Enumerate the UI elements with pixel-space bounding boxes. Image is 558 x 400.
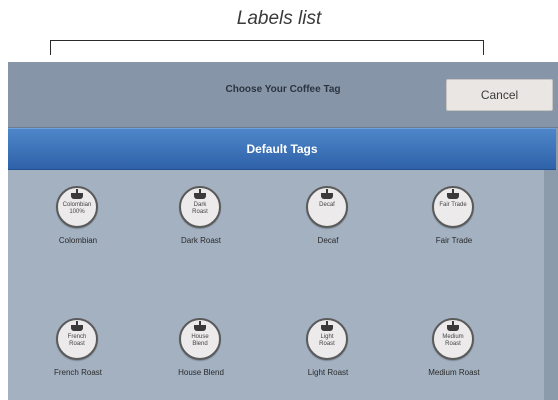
tag-tile-french-roast[interactable]: French Roast French Roast (23, 318, 133, 398)
top-bar: Choose Your Coffee Tag Cancel (8, 62, 558, 128)
medallion-text: French Roast (60, 334, 94, 348)
cup-mark (194, 325, 206, 331)
medallion-line1: French (67, 334, 87, 340)
medallion-line2: Blend (192, 341, 208, 347)
coffee-cup-icon: Colombian 100% (56, 186, 98, 228)
cup-mark (321, 193, 333, 199)
cup-mark (321, 325, 333, 331)
medallion-line1: Light (320, 334, 334, 340)
tag-label: Colombian (58, 236, 98, 245)
tags-panel: Colombian 100% Colombian Dark Roast Dark… (8, 128, 558, 400)
coffee-cup-icon: Dark Roast (179, 186, 221, 228)
medallion-text: Light Roast (310, 334, 344, 348)
tag-tile-light-roast[interactable]: Light Roast Light Roast (273, 318, 383, 398)
tag-tile-fair-trade[interactable]: Fair Trade Fair Trade (399, 186, 509, 266)
tag-label: Dark Roast (180, 236, 221, 245)
caption-labels-list: Labels list (236, 8, 322, 29)
tag-tile-colombian[interactable]: Colombian 100% Colombian (23, 186, 133, 266)
coffee-tag-dialog: Choose Your Coffee Tag Cancel Colombian … (8, 62, 558, 400)
medallion-line1: Colombian (62, 202, 92, 208)
medallion-line1: Fair Trade (439, 202, 467, 208)
medallion-line1: Decaf (319, 202, 335, 208)
caption-bracket (50, 40, 484, 55)
coffee-cup-icon: Decaf (306, 186, 348, 228)
medallion-text: House Blend (183, 334, 217, 348)
tag-label: French Roast (53, 368, 103, 377)
tag-label: Light Roast (307, 368, 349, 377)
coffee-cup-icon: Medium Roast (432, 318, 474, 360)
cup-mark (447, 325, 459, 331)
coffee-cup-icon: Light Roast (306, 318, 348, 360)
cup-mark (71, 325, 83, 331)
medallion-text: Dark Roast (183, 202, 217, 216)
cup-mark (71, 193, 83, 199)
tag-label: Fair Trade (435, 236, 473, 245)
medallion-line1: House (191, 334, 209, 340)
medallion-line2: Roast (192, 209, 208, 215)
medallion-text: Colombian 100% (60, 202, 94, 216)
tag-tile-dark-roast[interactable]: Dark Roast Dark Roast (146, 186, 256, 266)
coffee-cup-icon: House Blend (179, 318, 221, 360)
medallion-line2: 100% (69, 209, 85, 215)
tag-label: Decaf (317, 236, 339, 245)
tag-label: House Blend (178, 368, 224, 377)
medallion-line2: Roast (445, 341, 461, 347)
tag-tile-medium-roast[interactable]: Medium Roast Medium Roast (399, 318, 509, 398)
section-header-default-tags: Default Tags (8, 128, 556, 170)
medallion-text: Decaf (310, 202, 344, 209)
medallion-line2: Roast (319, 341, 335, 347)
tag-tile-decaf[interactable]: Decaf Decaf (273, 186, 383, 266)
cup-mark (447, 193, 459, 199)
medallion-line1: Medium (442, 334, 464, 340)
medallion-text: Medium Roast (436, 334, 470, 348)
coffee-cup-icon: French Roast (56, 318, 98, 360)
tag-label: Medium Roast (428, 368, 480, 377)
cancel-button[interactable]: Cancel (446, 79, 553, 111)
coffee-cup-icon: Fair Trade (432, 186, 474, 228)
medallion-line1: Dark (193, 202, 207, 208)
medallion-text: Fair Trade (436, 202, 470, 209)
medallion-line2: Roast (69, 341, 85, 347)
cup-mark (194, 193, 206, 199)
tag-tile-house-blend[interactable]: House Blend House Blend (146, 318, 256, 398)
